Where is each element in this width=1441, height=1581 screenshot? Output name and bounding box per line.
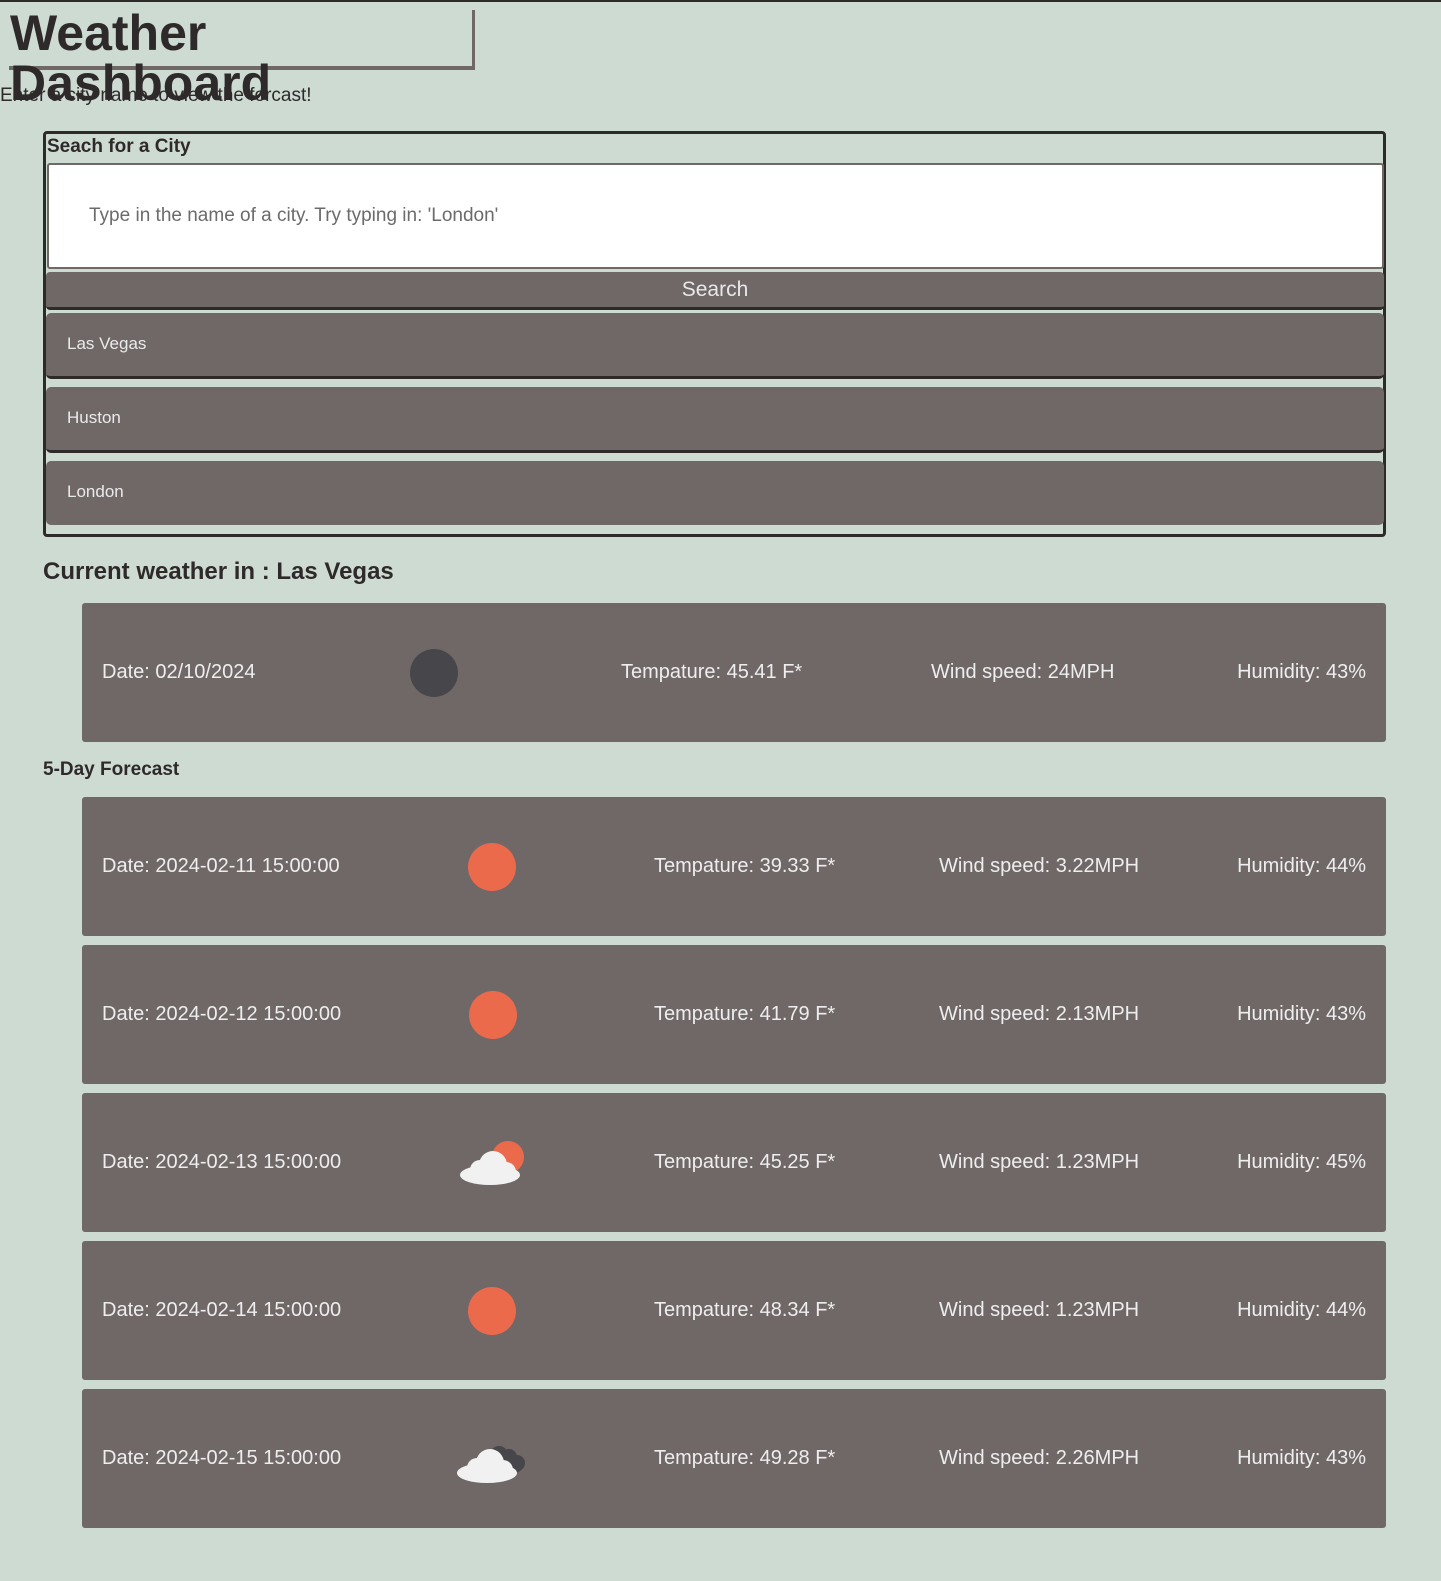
forecast-card: Date: 2024-02-15 15:00:00 Tempature: 49.…: [82, 1389, 1386, 1528]
forecast-wind-speed: Wind speed: 3.22MPH: [939, 855, 1140, 877]
city-search-input[interactable]: [47, 163, 1384, 269]
search-panel: Seach for a City Search Las Vegas Huston…: [43, 131, 1386, 537]
history-item-huston[interactable]: Huston: [46, 387, 1384, 453]
forecast-temperature: Tempature: 39.33 F*: [654, 855, 836, 877]
forecast-temperature: Tempature: 45.25 F*: [654, 1151, 836, 1173]
sun-icon: [456, 839, 528, 895]
forecast-date: Date: 2024-02-12 15:00:00: [102, 1003, 342, 1025]
forecast-card: Date: 2024-02-13 15:00:00 Tempature: 45.…: [82, 1093, 1386, 1232]
sun-icon: [457, 987, 529, 1043]
sun-icon: [456, 1283, 528, 1339]
history-item-las-vegas[interactable]: Las Vegas: [46, 313, 1384, 379]
forecast-wind-speed: Wind speed: 2.13MPH: [939, 1003, 1140, 1025]
forecast-wind-speed: Wind speed: 1.23MPH: [939, 1299, 1140, 1321]
forecast-temperature: Tempature: 41.79 F*: [654, 1003, 836, 1025]
forecast-temperature: Tempature: 49.28 F*: [654, 1447, 836, 1469]
forecast-humidity: Humidity: 44%: [1237, 1299, 1366, 1321]
forecast-card: Date: 2024-02-14 15:00:00 Tempature: 48.…: [82, 1241, 1386, 1380]
page-title-box: Weather Dashboard: [6, 6, 472, 108]
forecast-heading: 5-Day Forecast: [43, 759, 180, 780]
search-button[interactable]: Search: [46, 272, 1384, 310]
forecast-date: Date: 2024-02-14 15:00:00: [102, 1299, 342, 1321]
forecast-humidity: Humidity: 44%: [1237, 855, 1366, 877]
forecast-card: Date: 2024-02-11 15:00:00 Tempature: 39.…: [82, 797, 1386, 936]
current-weather-card: Date: 02/10/2024 Tempature: 45.41 F* Win…: [82, 603, 1386, 742]
current-humidity: Humidity: 43%: [1237, 661, 1366, 683]
search-label: Seach for a City: [47, 136, 191, 157]
page-subtitle: Enter a city name to view the forcast!: [0, 85, 312, 106]
forecast-date: Date: 2024-02-13 15:00:00: [102, 1151, 342, 1173]
history-item-london[interactable]: London: [46, 461, 1384, 525]
forecast-humidity: Humidity: 43%: [1237, 1003, 1366, 1025]
forecast-temperature: Tempature: 48.34 F*: [654, 1299, 836, 1321]
current-temperature: Tempature: 45.41 F*: [621, 661, 803, 683]
forecast-wind-speed: Wind speed: 1.23MPH: [939, 1151, 1140, 1173]
forecast-wind-speed: Wind speed: 2.26MPH: [939, 1447, 1140, 1469]
forecast-card: Date: 2024-02-12 15:00:00 Tempature: 41.…: [82, 945, 1386, 1084]
forecast-humidity: Humidity: 43%: [1237, 1447, 1366, 1469]
broken-clouds-icon: [455, 1431, 527, 1487]
moon-clear-night-icon: [400, 645, 472, 701]
current-weather-heading: Current weather in : Las Vegas: [43, 558, 394, 585]
current-wind-speed: Wind speed: 24MPH: [931, 661, 1115, 683]
forecast-date: Date: 2024-02-11 15:00:00: [102, 855, 340, 877]
forecast-date: Date: 2024-02-15 15:00:00: [102, 1447, 342, 1469]
partly-cloudy-icon: [456, 1135, 528, 1191]
current-date: Date: 02/10/2024: [102, 661, 256, 683]
forecast-humidity: Humidity: 45%: [1237, 1151, 1366, 1173]
